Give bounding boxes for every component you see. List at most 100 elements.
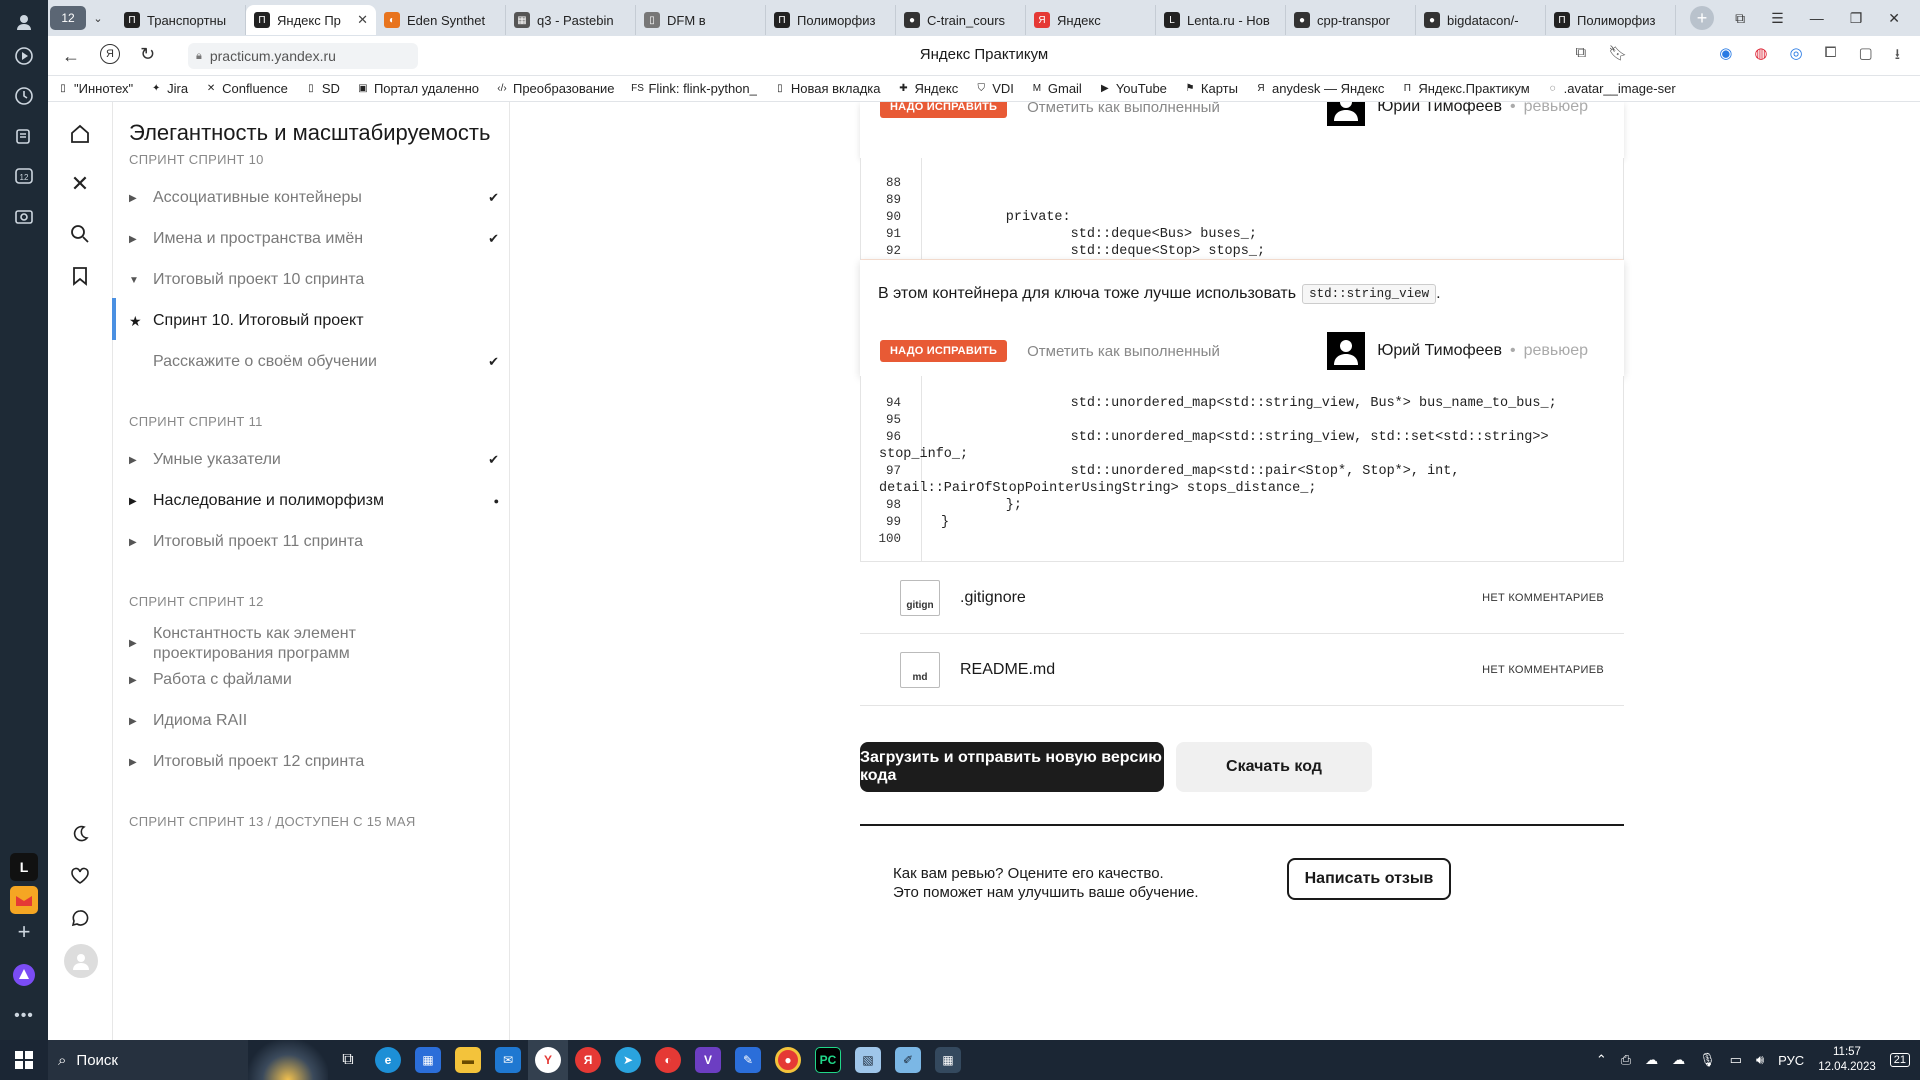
nav-item[interactable]: ▶ Работа с файлами [129,671,499,689]
upload-new-version-button[interactable]: Загрузить и отправить новую версию кода [860,742,1164,792]
volume-icon[interactable]: 🔊︎ [1756,1052,1764,1068]
file-name[interactable]: .gitignore [960,589,1026,607]
yandex-app-icon[interactable]: Я [568,1040,608,1080]
nav-item[interactable]: ▶ Константность как элемент проектировани… [129,624,499,664]
microphone-icon[interactable]: 🎙︎ [1699,1052,1716,1068]
file-row[interactable]: gitign .gitignore НЕТ КОММЕНТАРИЕВ [860,562,1624,634]
add-panel-icon[interactable]: + [10,918,38,946]
bookmark-item[interactable]: ◌ .avatar__image-ser [1538,81,1684,96]
search-icon[interactable] [64,218,96,250]
heart-icon[interactable] [64,860,96,892]
bookmark-item[interactable]: ▶ YouTube [1090,81,1175,96]
nav-item[interactable]: ▼ Итоговый проект 10 спринта [129,271,499,289]
share-icon[interactable]: ⧉ [1575,44,1586,69]
browser-tab[interactable]: П Транспортны [116,5,246,35]
minimize-icon[interactable]: — [1810,10,1824,26]
home-icon[interactable] [64,118,96,150]
taskbar-search[interactable]: ⌕ Поиск [48,1040,248,1080]
play-icon[interactable] [10,42,38,70]
close-window-icon[interactable]: ✕ [1888,10,1900,27]
messenger-app-icon[interactable]: ◐ [648,1040,688,1080]
close-tab-icon[interactable]: ✕ [357,12,368,28]
tray-device-icon[interactable]: ⎙ [1621,1052,1631,1068]
moon-icon[interactable] [64,818,96,850]
tab-count-icon[interactable]: 12 [10,162,38,190]
bookmark-rail-icon[interactable] [64,260,96,292]
browser-tab[interactable]: П Полиморфиз [1546,5,1676,35]
bookmark-item[interactable]: M Gmail [1022,81,1090,96]
bookmark-item[interactable]: ⚑ Карты [1175,81,1246,96]
browser-tab[interactable]: ● cpp-transpor [1286,5,1416,35]
profile-sync-icon[interactable]: ▢ [1859,44,1873,69]
browser-tab[interactable]: ● C-train_cours [896,5,1026,35]
nav-item[interactable]: ▶ Наследование и полиморфизм ● [129,492,499,510]
browser-tab[interactable]: П Полиморфиз [766,5,896,35]
notepad-app-icon[interactable]: ✐ [888,1040,928,1080]
close-icon[interactable]: ✕ [64,168,96,200]
windows-start-icon[interactable] [0,1040,48,1080]
bookmark-item[interactable]: Яanydesk — Яндекс [1246,81,1392,96]
telegram-app-icon[interactable]: ➤ [608,1040,648,1080]
tray-chevron-icon[interactable]: ⌃ [1596,1052,1607,1068]
bookmark-item[interactable]: ‹/› Преобразование [487,81,623,96]
nav-item[interactable]: ▶ Ассоциативные контейнеры ✔ [129,189,499,207]
tray-cloud-icon[interactable]: ☁ [1672,1052,1685,1068]
bookmark-item[interactable]: ▣ Портал удаленно [348,81,487,96]
bookmark-item[interactable]: ✕ Confluence [196,81,296,96]
file-row[interactable]: md README.md НЕТ КОММЕНТАРИЕВ [860,634,1624,706]
tabs-dropdown-icon[interactable]: ⌄ [86,12,110,25]
more-icon[interactable]: ••• [10,1002,38,1030]
fix-badge[interactable]: НАДО ИСПРАВИТЬ [880,102,1008,118]
mark-done-link[interactable]: Отметить как выполненный [1027,102,1220,116]
screenshot-icon[interactable] [10,202,38,230]
downloads-icon[interactable]: ⭳ [1895,44,1900,69]
tab-manager-icon[interactable]: ⧉ [1735,10,1745,27]
browser-tab[interactable]: Я Яндекс [1026,5,1156,35]
bookmark-item[interactable]: ▯ Новая вкладка [765,81,889,96]
nav-item[interactable]: ▶ Итоговый проект 12 спринта [129,753,499,771]
extension-stop-icon[interactable]: ◍ [1754,44,1767,69]
nav-item[interactable]: ▶ Умные указатели ✔ [129,451,499,469]
new-tab-button[interactable]: + [1690,6,1714,30]
browser-tab[interactable]: L Lenta.ru - Нов [1156,5,1286,35]
browser-tab[interactable]: ▯ DFM в [636,5,766,35]
bookmark-item[interactable]: П Яндекс.Практикум [1392,81,1537,96]
notes-app-icon[interactable]: ✎ [728,1040,768,1080]
download-code-button[interactable]: Скачать код [1176,742,1372,792]
bookmark-item[interactable]: ▯ "Иннотех" [48,81,141,96]
yandex-browser-app-icon[interactable]: Y [528,1040,568,1080]
edge-app-icon[interactable]: e [368,1040,408,1080]
onedrive-icon[interactable]: ☁ [1645,1052,1658,1068]
bookmark-item[interactable]: ▯ SD [296,81,348,96]
lenta-app-icon[interactable]: L [10,853,38,881]
browser-tab[interactable]: ◐ Eden Synthet [376,5,506,35]
paint-app-icon[interactable]: ▧ [848,1040,888,1080]
url-field[interactable]: 🔒︎ practicum.yandex.ru [188,43,418,69]
calculator-app-icon[interactable]: ▦ [928,1040,968,1080]
yandex-logo-icon[interactable]: Я [100,44,120,64]
visual-studio-app-icon[interactable]: V [688,1040,728,1080]
mail-app-icon[interactable]: ✉ [488,1040,528,1080]
pycharm-app-icon[interactable]: PC [808,1040,848,1080]
fix-badge[interactable]: НАДО ИСПРАВИТЬ [880,340,1008,362]
nav-item-active[interactable]: ★ Спринт 10. Итоговый проект [129,312,499,330]
notifications-badge[interactable]: 21 [1889,1053,1910,1067]
bookmark-item[interactable]: ⛉ VDI [966,81,1022,96]
browser-tab[interactable]: ▦ q3 - Pastebin [506,5,636,35]
collections-icon[interactable] [10,122,38,150]
browser-tab[interactable]: П Яндекс Пр ✕ [246,5,376,35]
mark-done-link[interactable]: Отметить как выполненный [1027,343,1220,360]
nav-item[interactable]: Расскажите о своём обучении ✔ [129,353,499,371]
mail-app-icon[interactable] [10,886,38,914]
bookmark-item[interactable]: FS Flink: flink-python_ [622,81,764,96]
extension-translate-icon[interactable]: ◉ [1719,44,1732,69]
profile-icon[interactable] [10,8,38,36]
history-icon[interactable] [10,82,38,110]
restore-icon[interactable]: ❐ [1850,10,1863,27]
extension-vpn-icon[interactable]: ◎ [1789,44,1802,69]
nav-item[interactable]: ▶ Итоговый проект 11 спринта [129,533,499,551]
clock[interactable]: 11:57 12.04.2023 [1818,1045,1876,1075]
nav-item[interactable]: ▶ Идиома RAII [129,712,499,730]
network-icon[interactable]: ▭ [1730,1052,1742,1068]
menu-icon[interactable]: ☰ [1771,10,1784,27]
